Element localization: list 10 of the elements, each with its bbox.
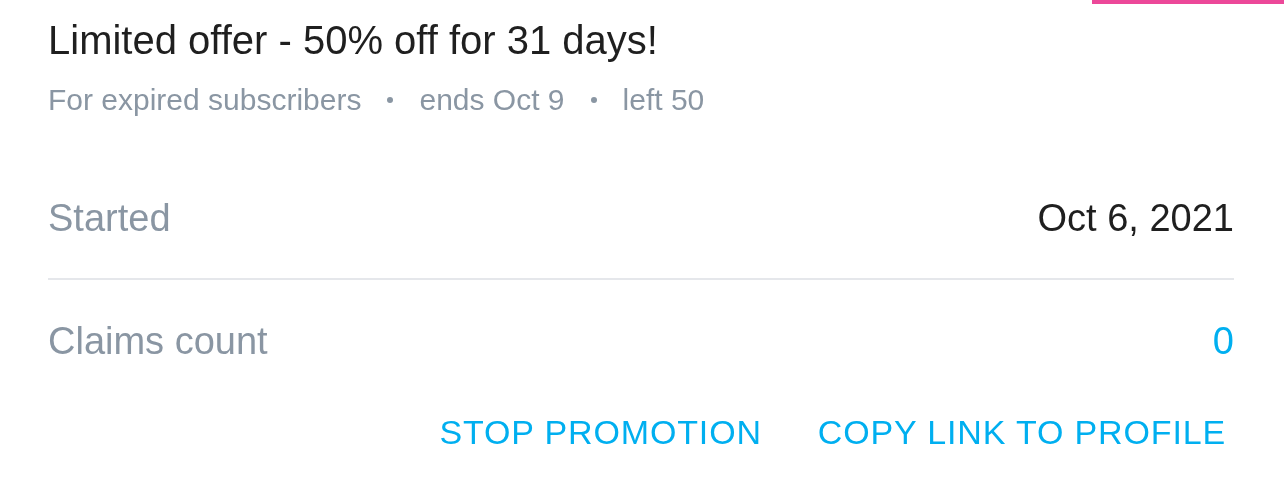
action-button[interactable]: COPY LINK TO PROFILE: [809, 412, 1234, 452]
action-button[interactable]: STOP PROMOTION: [431, 412, 770, 452]
row-value: Oct 6, 2021: [1037, 195, 1234, 241]
offer-title: Limited offer - 50% off for 31 days!: [48, 17, 659, 64]
row-label: Started: [48, 195, 171, 241]
offer-detail: ends Oct 9: [419, 82, 565, 118]
row-value[interactable]: 0: [1212, 312, 1234, 370]
offer-detail: left 50: [622, 82, 705, 118]
offer-detail: For expired subscribers: [48, 82, 362, 118]
row-label: Claims count: [48, 318, 268, 364]
